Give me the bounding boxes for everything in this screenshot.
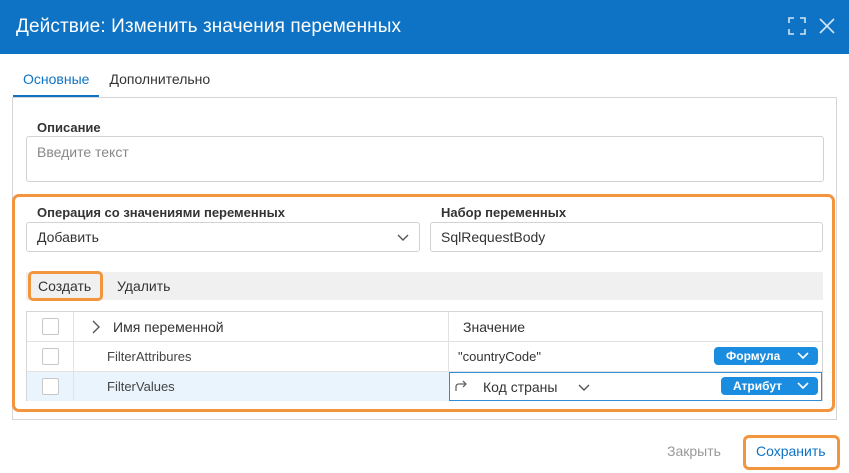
dialog-title: Действие: Изменить значения переменных [16, 16, 402, 37]
chevron-down-icon [797, 352, 809, 360]
value-editor[interactable]: Код страны Атрибут [449, 372, 822, 401]
chevron-down-icon [397, 234, 409, 241]
chevron-down-icon [797, 382, 809, 390]
tab-main[interactable]: Основные [13, 66, 100, 97]
operation-value: Добавить [37, 229, 99, 245]
description-input[interactable] [26, 136, 824, 182]
value-type-label: Атрибут [733, 379, 783, 393]
value-type-dropdown[interactable]: Атрибут [721, 377, 818, 395]
delete-button[interactable]: Удалить [109, 272, 178, 300]
grid-toolbar: Создать Удалить [26, 272, 823, 300]
row-checkbox[interactable] [42, 348, 59, 365]
create-button-highlight [28, 271, 103, 301]
variable-name: FilterAttribures [107, 349, 192, 364]
grid-divider [448, 312, 449, 372]
grid-header-row: Имя переменной Значение [27, 312, 822, 342]
close-icon[interactable] [817, 16, 837, 36]
table-row[interactable]: FilterAttribures "countryCode" Формула [27, 342, 822, 372]
table-row[interactable]: FilterValues Код страны Атрибут [27, 372, 822, 401]
save-button[interactable]: Сохранить [756, 443, 826, 459]
chevron-down-icon[interactable] [578, 383, 590, 393]
select-all-checkbox[interactable] [42, 318, 59, 335]
value-type-dropdown[interactable]: Формула [714, 347, 818, 365]
variable-name: FilterValues [107, 379, 175, 394]
variable-value: Код страны [483, 379, 558, 395]
value-type-label: Формула [726, 349, 781, 363]
column-header-name[interactable]: Имя переменной [113, 312, 224, 341]
variable-value[interactable]: "countryCode" [458, 342, 541, 371]
row-checkbox[interactable] [42, 378, 59, 395]
close-button[interactable]: Закрыть [667, 443, 721, 459]
variables-grid: Имя переменной Значение FilterAttribures… [26, 311, 823, 401]
grid-divider [73, 312, 74, 400]
variable-set-label: Набор переменных [441, 205, 567, 220]
variable-set-input[interactable] [430, 222, 823, 252]
description-label: Описание [37, 120, 101, 135]
tab-bar: Основные Дополнительно [13, 66, 220, 97]
tab-additional[interactable]: Дополнительно [99, 66, 220, 97]
operation-label: Операция со значениями переменных [37, 205, 285, 220]
redirect-arrow-icon [455, 380, 467, 391]
dialog-titlebar: Действие: Изменить значения переменных [0, 0, 849, 54]
column-header-value[interactable]: Значение [463, 312, 525, 341]
maximize-icon[interactable] [787, 16, 807, 36]
operation-select[interactable]: Добавить [26, 222, 420, 252]
chevron-right-icon[interactable] [91, 320, 101, 334]
